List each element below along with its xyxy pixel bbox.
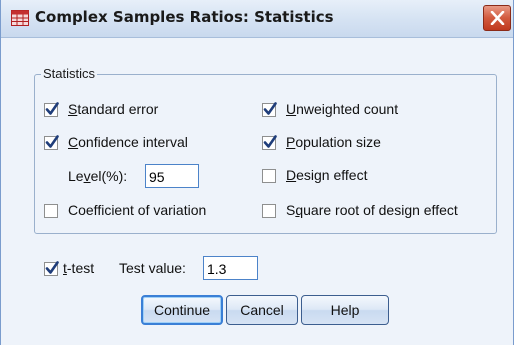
title-bar[interactable]: Complex Samples Ratios: Statistics xyxy=(1,0,513,38)
help-button[interactable]: Help xyxy=(301,295,389,325)
sqrt-design-effect-label[interactable]: Square root of design effect xyxy=(286,202,458,218)
checkmark-icon xyxy=(263,135,277,148)
coefficient-of-variation-checkbox[interactable] xyxy=(44,204,58,218)
window-title: Complex Samples Ratios: Statistics xyxy=(35,8,334,26)
checkmark-icon xyxy=(45,261,59,274)
design-effect-label[interactable]: Design effect xyxy=(286,167,367,183)
checkmark-icon xyxy=(45,135,59,148)
unweighted-count-label[interactable]: Unweighted count xyxy=(286,101,398,117)
standard-error-label[interactable]: Standard error xyxy=(68,101,158,117)
t-test-label[interactable]: t-test xyxy=(63,260,94,276)
dialog-window: Complex Samples Ratios: Statistics Stati… xyxy=(0,0,514,345)
statistics-group-legend: Statistics xyxy=(41,66,98,81)
unweighted-count-checkbox[interactable] xyxy=(262,102,277,117)
sqrt-design-effect-checkbox[interactable] xyxy=(262,204,276,218)
spreadsheet-grid-icon xyxy=(11,10,29,26)
standard-error-checkbox[interactable] xyxy=(44,102,59,117)
checkmark-icon xyxy=(263,102,277,115)
t-test-checkbox[interactable] xyxy=(44,261,59,276)
level-label: Level(%): xyxy=(68,168,128,184)
confidence-interval-label[interactable]: Confidence interval xyxy=(68,134,188,150)
confidence-interval-checkbox[interactable] xyxy=(44,135,59,150)
design-effect-checkbox[interactable] xyxy=(262,169,276,183)
coefficient-of-variation-label[interactable]: Coefficient of variation xyxy=(68,202,206,218)
close-button[interactable] xyxy=(483,5,511,31)
population-size-label[interactable]: Population size xyxy=(286,134,381,150)
level-input[interactable]: 95 xyxy=(145,164,199,188)
test-value-label: Test value: xyxy=(119,260,186,276)
close-x-icon xyxy=(490,11,505,25)
checkmark-icon xyxy=(45,102,59,115)
population-size-checkbox[interactable] xyxy=(262,135,277,150)
test-value-input[interactable]: 1.3 xyxy=(203,256,258,280)
continue-button[interactable]: Continue xyxy=(141,295,223,325)
cancel-button[interactable]: Cancel xyxy=(226,295,298,325)
